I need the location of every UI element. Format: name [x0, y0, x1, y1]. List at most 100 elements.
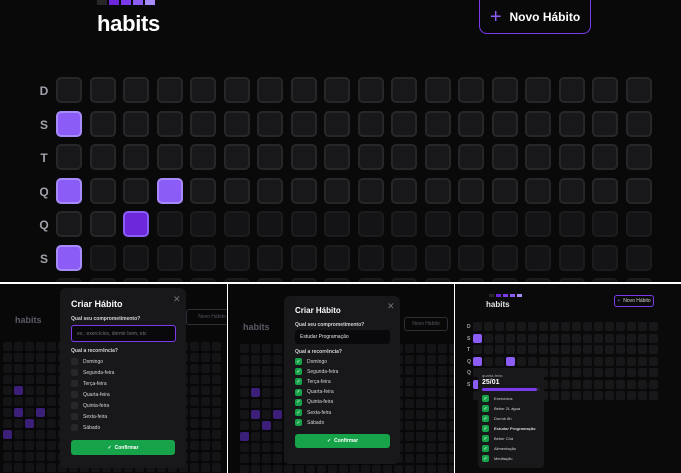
mini-day-cell[interactable]	[638, 322, 647, 331]
habit-day-cell[interactable]	[156, 211, 183, 237]
habit-day-cell[interactable]	[458, 144, 484, 170]
habit-day-cell[interactable]	[223, 110, 250, 137]
habit-day-cell[interactable]	[458, 211, 484, 237]
habit-day-cell[interactable]	[491, 177, 518, 204]
mini-day-cell[interactable]	[561, 379, 570, 389]
habit-day-cell[interactable]	[391, 244, 417, 271]
mini-day-cell[interactable]	[539, 322, 548, 331]
weekday-checkbox[interactable]: Sábado	[71, 424, 100, 431]
habit-day-cell[interactable]	[324, 77, 350, 103]
habit-day-cell[interactable]	[592, 244, 618, 271]
mini-day-cell[interactable]	[550, 356, 559, 366]
habit-day-cell[interactable]	[592, 177, 618, 204]
mini-day-cell[interactable]	[583, 379, 592, 389]
habit-day-cell[interactable]	[525, 144, 551, 170]
mini-day-cell[interactable]	[495, 356, 504, 366]
habit-day-cell[interactable]	[491, 77, 518, 103]
commitment-input[interactable]: ex.: exercícios, dormir bem, etc	[71, 325, 176, 342]
habit-day-cell[interactable]	[558, 110, 585, 137]
mini-day-cell[interactable]	[495, 345, 504, 354]
habit-day-cell[interactable]	[357, 110, 384, 137]
mini-day-cell[interactable]	[539, 345, 548, 354]
mini-day-cell[interactable]	[572, 368, 581, 377]
close-icon[interactable]: ✕	[173, 294, 181, 305]
habit-day-cell[interactable]	[223, 211, 250, 237]
habit-day-cell[interactable]	[391, 77, 417, 103]
habit-day-cell[interactable]	[558, 244, 585, 271]
mini-day-cell[interactable]	[616, 391, 625, 400]
mini-day-cell[interactable]	[594, 356, 603, 366]
mini-day-cell[interactable]	[572, 322, 581, 331]
habit-day-cell[interactable]	[190, 211, 216, 237]
habit-day-cell[interactable]	[89, 77, 116, 103]
habit-day-cell[interactable]	[491, 110, 518, 137]
habit-day-cell[interactable]	[625, 211, 652, 237]
mini-day-cell[interactable]	[649, 356, 658, 366]
habit-day-cell[interactable]	[290, 211, 317, 237]
popover-habit[interactable]: ✓ Meditação	[482, 455, 512, 462]
mini-day-cell[interactable]	[583, 368, 592, 377]
habit-day-cell[interactable]	[290, 144, 317, 170]
mini-day-cell[interactable]	[506, 333, 515, 343]
mini-day-cell[interactable]	[594, 322, 603, 331]
mini-day-cell[interactable]	[550, 391, 559, 400]
weekday-checkbox[interactable]: ✓ Domingo	[295, 358, 327, 365]
mini-day-cell[interactable]	[572, 391, 581, 400]
new-habit-button[interactable]: + Novo Hábito	[479, 0, 591, 34]
habit-day-cell[interactable]	[257, 244, 283, 271]
mini-day-cell[interactable]	[561, 368, 570, 377]
mini-day-cell[interactable]	[594, 368, 603, 377]
popover-habit[interactable]: ✓ Beber Chá	[482, 435, 513, 442]
weekday-checkbox[interactable]: ✓ Quarta-feira	[295, 388, 334, 396]
habit-day-cell[interactable]	[123, 144, 149, 170]
weekday-checkbox[interactable]: Quinta-feira	[71, 402, 109, 409]
close-icon[interactable]: ✕	[387, 301, 395, 312]
habit-day-cell[interactable]	[357, 144, 384, 170]
mini-day-cell[interactable]	[572, 333, 581, 343]
mini-day-cell[interactable]	[649, 379, 658, 389]
mini-day-cell[interactable]	[638, 391, 647, 400]
mini-day-cell[interactable]	[473, 345, 482, 354]
habit-day-cell[interactable]	[424, 211, 451, 237]
mini-day-cell[interactable]	[638, 345, 647, 354]
mini-day-cell[interactable]	[627, 391, 636, 400]
mini-day-cell[interactable]	[649, 322, 658, 331]
mini-day-cell[interactable]	[517, 322, 526, 331]
mini-day-cell[interactable]	[506, 322, 515, 331]
habit-day-cell[interactable]	[156, 144, 183, 170]
popover-habit[interactable]: ✓ Dormir 8h	[482, 415, 512, 422]
mini-day-cell[interactable]	[649, 368, 658, 377]
habit-day-cell[interactable]	[625, 177, 652, 204]
mini-day-cell[interactable]	[550, 368, 559, 377]
habit-day-cell[interactable]	[56, 211, 82, 237]
mini-day-cell[interactable]	[616, 322, 625, 331]
habit-day-cell[interactable]	[156, 177, 183, 204]
habit-day-cell[interactable]	[89, 177, 116, 204]
mini-day-cell[interactable]	[649, 345, 658, 354]
habit-day-cell[interactable]	[424, 77, 451, 103]
mini-day-cell[interactable]	[473, 356, 482, 366]
habit-day-cell[interactable]	[558, 77, 585, 103]
habit-day-cell[interactable]	[123, 110, 149, 137]
habit-day-cell[interactable]	[558, 177, 585, 204]
mini-day-cell[interactable]	[583, 333, 592, 343]
mini-day-cell[interactable]	[539, 356, 548, 366]
mini-day-cell[interactable]	[528, 333, 537, 343]
habit-day-cell[interactable]	[257, 77, 283, 103]
mini-day-cell[interactable]	[649, 333, 658, 343]
habit-day-cell[interactable]	[89, 144, 116, 170]
habit-day-cell[interactable]	[592, 77, 618, 103]
habit-day-cell[interactable]	[592, 211, 618, 237]
habit-day-cell[interactable]	[424, 110, 451, 137]
habit-day-cell[interactable]	[223, 144, 250, 170]
mini-day-cell[interactable]	[638, 333, 647, 343]
habit-day-cell[interactable]	[424, 144, 451, 170]
weekday-checkbox[interactable]: ✓ Sexta-feira	[295, 409, 331, 416]
mini-day-cell[interactable]	[583, 391, 592, 400]
habit-day-cell[interactable]	[156, 244, 183, 271]
mini-day-cell[interactable]	[616, 333, 625, 343]
popover-habit[interactable]: ✓ Estudar Programação	[482, 425, 536, 432]
habit-day-cell[interactable]	[190, 177, 216, 204]
mini-day-cell[interactable]	[616, 368, 625, 377]
mini-day-cell[interactable]	[572, 356, 581, 366]
